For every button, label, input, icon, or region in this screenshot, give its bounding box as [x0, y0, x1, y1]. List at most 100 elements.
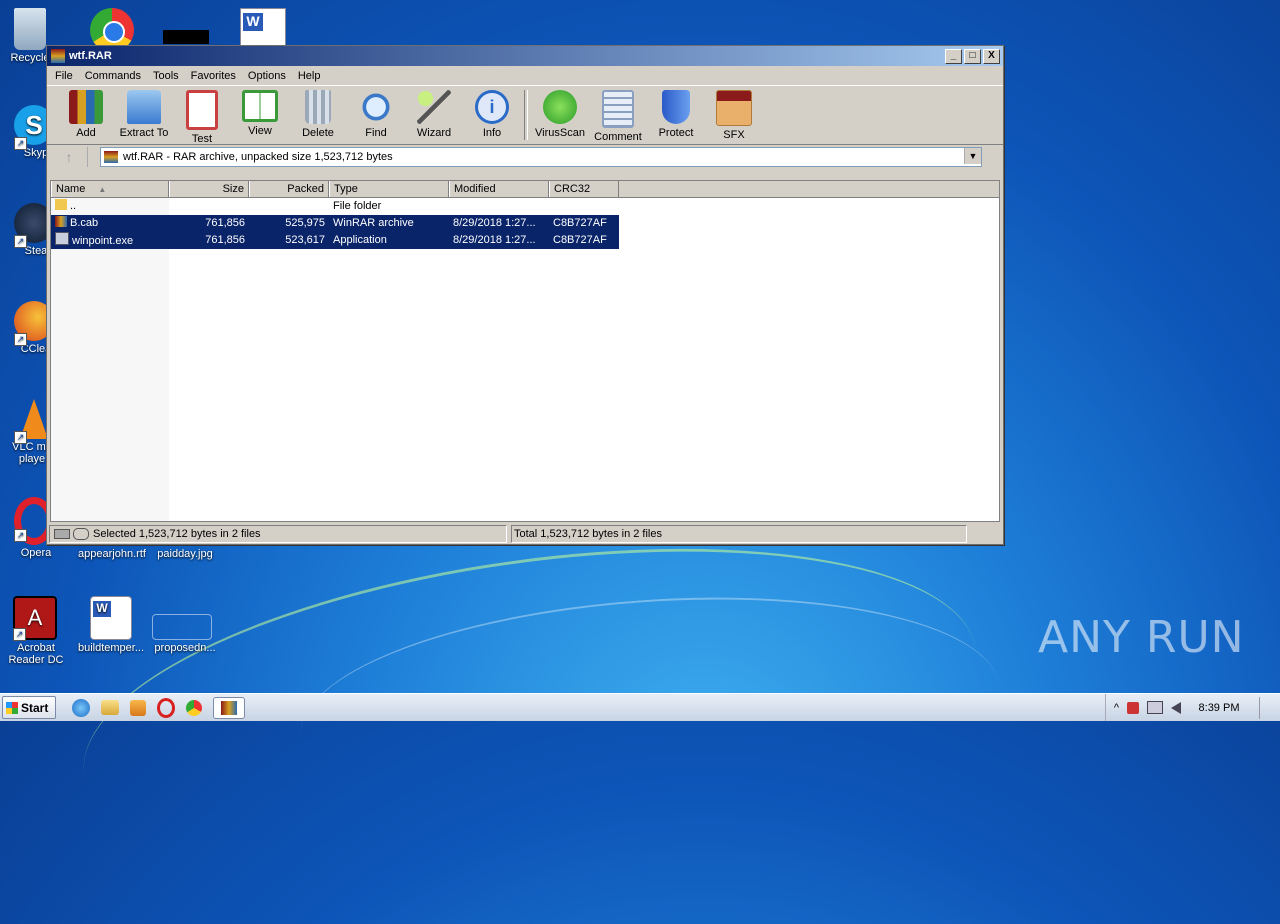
word-doc-icon[interactable]: W	[240, 8, 286, 48]
key-icon[interactable]	[73, 528, 89, 540]
archive-path-combobox[interactable]: wtf.RAR - RAR archive, unpacked size 1,5…	[100, 147, 982, 167]
shortcut-arrow-icon: ↗	[14, 529, 27, 542]
delete-button[interactable]: Delete	[289, 86, 347, 139]
menu-options[interactable]: Options	[242, 70, 292, 82]
column-header-name[interactable]: Name ▲	[51, 181, 169, 197]
sfx-button-label: SFX	[723, 129, 745, 141]
comment-button[interactable]: Comment	[589, 86, 647, 143]
table-row-parent-folder[interactable]: .. File folder	[51, 198, 999, 215]
extract-folder-icon	[127, 90, 161, 124]
row-packed: 525,975	[285, 217, 325, 229]
desktop-icon-label: proposedn...	[154, 642, 216, 654]
wizard-button[interactable]: Wizard	[405, 86, 463, 139]
extract-to-button[interactable]: Extract To	[115, 86, 173, 139]
volume-icon[interactable]	[1171, 701, 1181, 714]
view-button-label: View	[248, 125, 272, 137]
up-one-level-button[interactable]: ↑	[51, 147, 88, 167]
winrar-window: wtf.RAR _ □ X File Commands Tools Favori…	[46, 45, 1004, 545]
row-size	[169, 198, 249, 215]
tray-expand-icon[interactable]: ^	[1114, 702, 1119, 714]
desktop-icon-label: Opera	[20, 547, 52, 559]
test-button-label: Test	[191, 133, 213, 145]
column-header-modified[interactable]: Modified	[449, 181, 549, 197]
action-center-flag-icon[interactable]	[1127, 701, 1139, 714]
system-tray: ^ 8:39 PM	[1104, 694, 1280, 721]
desktop-icon-label: appearjohn.rtf	[78, 548, 146, 560]
test-button[interactable]: Test	[173, 86, 231, 145]
sfx-box-icon	[716, 90, 752, 126]
test-clipboard-icon	[186, 90, 218, 130]
start-button[interactable]: Start	[2, 696, 56, 719]
extract-to-button-label: Extract To	[119, 127, 169, 139]
table-row-winpoint-exe[interactable]: winpoint.exe 761,856 523,617 Application…	[51, 232, 619, 249]
desktop-icon-label: Recycle	[10, 52, 50, 64]
chevron-down-icon[interactable]: ▼	[964, 148, 981, 164]
toolbar: Add Extract To Test View Delete Find Wiz…	[47, 85, 1003, 145]
title-bar[interactable]: wtf.RAR _ □ X	[47, 46, 1003, 66]
sort-ascending-icon: ▲	[98, 185, 107, 194]
view-book-icon	[242, 90, 278, 122]
add-button-label: Add	[76, 127, 96, 139]
desktop-icon-acrobat[interactable]: A ↗ Acrobat Reader DC	[0, 596, 72, 666]
opera-taskbar-icon[interactable]	[157, 697, 175, 718]
winrar-icon	[221, 700, 237, 715]
archive-path-text: wtf.RAR - RAR archive, unpacked size 1,5…	[123, 151, 393, 163]
exe-file-icon	[55, 232, 69, 245]
row-modified: 8/29/2018 1:27...	[453, 234, 536, 246]
row-packed: 523,617	[285, 234, 325, 246]
view-button[interactable]: View	[231, 86, 289, 137]
desktop-icon-appearjohn[interactable]: appearjohn.rtf	[75, 548, 149, 560]
info-button[interactable]: i Info	[463, 86, 521, 139]
desktop-icon-label: buildtemper...	[77, 642, 145, 654]
row-modified: 8/29/2018 1:27...	[453, 217, 536, 229]
close-button[interactable]: X	[983, 48, 1000, 64]
show-desktop-button[interactable]	[1259, 696, 1272, 719]
row-type: File folder	[333, 200, 382, 212]
menu-tools[interactable]: Tools	[147, 70, 185, 82]
desktop-icon-proposedn[interactable]: proposedn...	[148, 596, 222, 654]
menu-favorites[interactable]: Favorites	[185, 70, 242, 82]
row-name: B.cab	[70, 217, 99, 229]
virusscan-button[interactable]: VirusScan	[531, 86, 589, 139]
media-player-icon[interactable]	[130, 699, 146, 716]
menu-commands[interactable]: Commands	[79, 70, 147, 82]
status-total-text: Total 1,523,712 bytes in 2 files	[511, 525, 967, 543]
menu-file[interactable]: File	[49, 70, 79, 82]
column-header-size[interactable]: Size	[169, 181, 249, 197]
desktop-icon-paidday[interactable]: paidday.jpg	[148, 548, 222, 560]
status-selected-text: Selected 1,523,712 bytes in 2 files	[93, 528, 261, 540]
status-bar: Selected 1,523,712 bytes in 2 files Tota…	[47, 524, 1003, 544]
file-icon	[152, 614, 212, 640]
find-magnifier-icon	[359, 90, 393, 124]
find-button-label: Find	[365, 127, 387, 139]
winrar-taskbar-button[interactable]	[213, 696, 245, 719]
column-header-crc32[interactable]: CRC32	[549, 181, 619, 197]
desktop-icon-buildtemper[interactable]: W buildtemper...	[74, 596, 148, 654]
ie-icon[interactable]	[72, 698, 90, 717]
row-size: 761,856	[205, 217, 245, 229]
info-button-label: Info	[482, 127, 502, 139]
chrome-taskbar-icon[interactable]	[186, 699, 202, 716]
protect-button[interactable]: Protect	[647, 86, 705, 139]
add-archive-icon	[69, 90, 103, 124]
shortcut-arrow-icon: ↗	[13, 628, 26, 641]
clock[interactable]: 8:39 PM	[1189, 702, 1249, 714]
column-header-type[interactable]: Type	[329, 181, 449, 197]
row-type: WinRAR archive	[333, 217, 414, 229]
black-app-icon[interactable]	[163, 30, 209, 44]
add-button[interactable]: Add	[57, 86, 115, 139]
sfx-button[interactable]: SFX	[705, 86, 763, 141]
menu-help[interactable]: Help	[292, 70, 327, 82]
network-icon[interactable]	[1147, 701, 1163, 714]
windows-flag-icon	[6, 701, 18, 714]
find-button[interactable]: Find	[347, 86, 405, 139]
drive-icon[interactable]	[54, 529, 70, 539]
minimize-button[interactable]: _	[945, 48, 962, 64]
delete-button-label: Delete	[302, 127, 334, 139]
file-list[interactable]: Name ▲ Size Packed Type Modified CRC32 .…	[50, 180, 1000, 522]
column-header-packed[interactable]: Packed	[249, 181, 329, 197]
table-row-b-cab[interactable]: B.cab 761,856 525,975 WinRAR archive 8/2…	[51, 215, 619, 232]
explorer-folder-icon[interactable]	[101, 700, 119, 715]
maximize-button[interactable]: □	[964, 48, 981, 64]
row-modified	[449, 198, 549, 215]
